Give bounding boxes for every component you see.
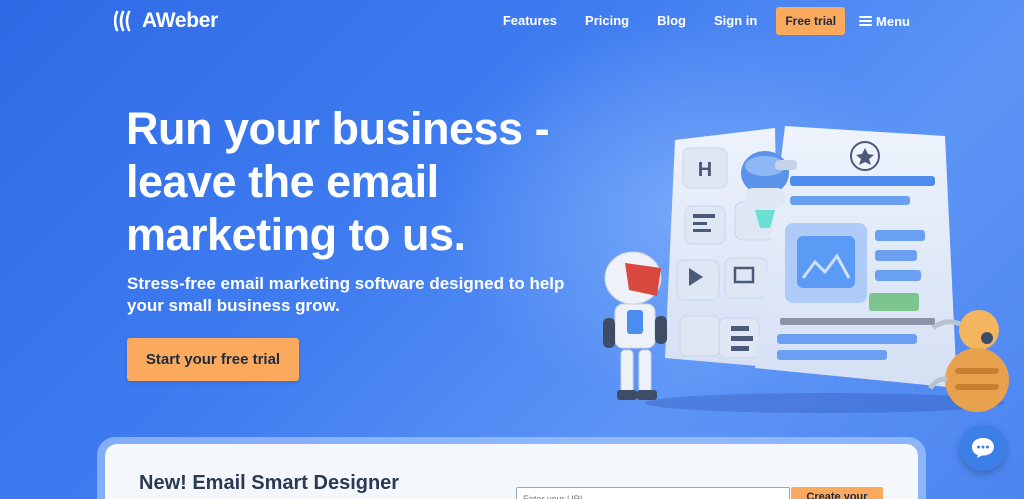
chat-bubble-icon xyxy=(972,438,994,458)
smart-designer-card: New! Email Smart Designer Create your xyxy=(105,444,918,499)
chat-widget-button[interactable] xyxy=(960,425,1006,471)
robots-email-builder-illustration: H xyxy=(603,126,1009,413)
nav-links: Features Pricing Blog Sign in Free trial… xyxy=(475,7,910,35)
aweber-waves-icon xyxy=(114,10,131,32)
standing-robot xyxy=(603,251,667,400)
top-navigation: AWeber Features Pricing Blog Sign in Fre… xyxy=(0,0,1024,42)
nav-link-pricing[interactable]: Pricing xyxy=(585,7,629,35)
url-input[interactable] xyxy=(516,487,790,499)
start-free-trial-button[interactable]: Start your free trial xyxy=(127,338,299,381)
nav-link-sign-in[interactable]: Sign in xyxy=(714,7,757,35)
free-trial-button[interactable]: Free trial xyxy=(776,7,846,35)
aweber-logo[interactable]: AWeber xyxy=(114,9,218,33)
hamburger-icon xyxy=(859,16,873,26)
smart-designer-title: New! Email Smart Designer xyxy=(139,472,400,494)
heading-block-letter: H xyxy=(698,159,712,181)
hero-subheadline: Stress-free email marketing software des… xyxy=(127,274,565,315)
nav-link-blog[interactable]: Blog xyxy=(657,7,686,35)
create-your-button[interactable]: Create your xyxy=(791,487,883,499)
brand-name: AWeber xyxy=(142,9,219,32)
hero-headline: Run your business - leave the email mark… xyxy=(126,103,550,260)
nav-link-features[interactable]: Features xyxy=(503,7,557,35)
menu-label: Menu xyxy=(876,13,910,29)
menu-button[interactable]: Menu xyxy=(859,14,910,29)
